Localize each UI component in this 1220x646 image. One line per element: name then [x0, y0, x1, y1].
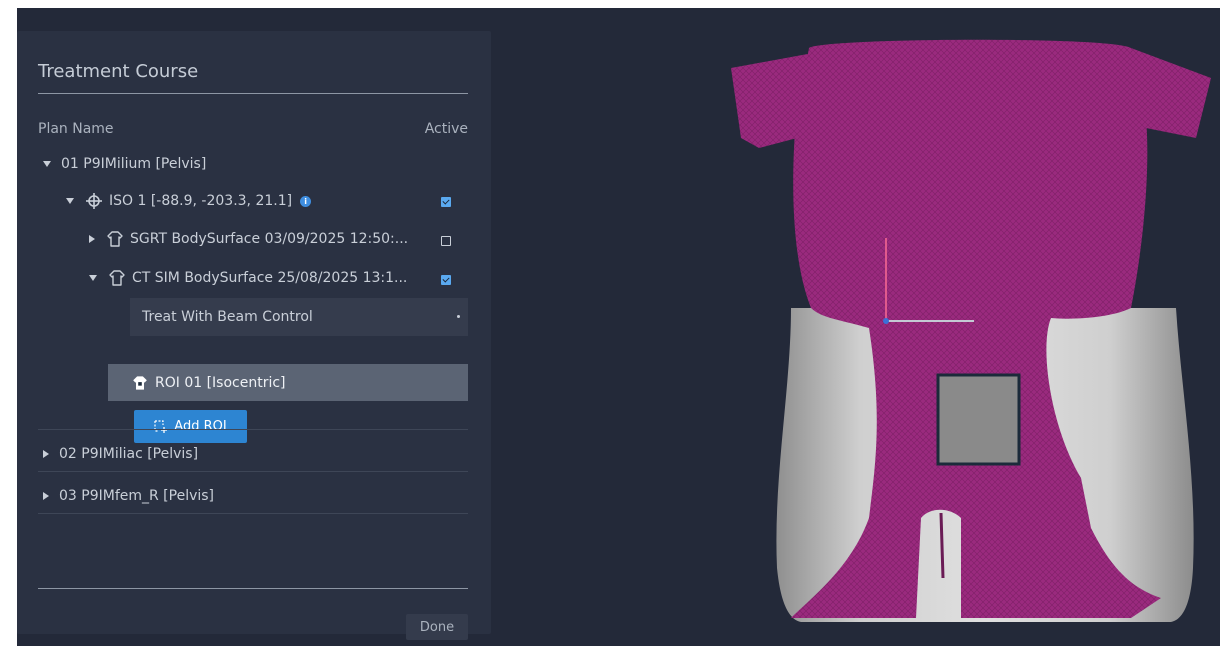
surface-label: SGRT BodySurface 03/09/2025 12:50:...	[130, 231, 409, 247]
add-region-icon	[154, 419, 168, 434]
roi-box	[936, 373, 1021, 466]
surface-row-ctsim[interactable]: CT SIM BodySurface 25/08/2025 13:1...	[89, 263, 407, 293]
done-button[interactable]: Done	[406, 614, 468, 640]
plan-row-01[interactable]: 01 P9IMilium [Pelvis]	[43, 149, 206, 179]
surface-row-sgrt[interactable]: SGRT BodySurface 03/09/2025 12:50:...	[89, 224, 408, 254]
column-header-active: Active	[424, 121, 468, 137]
chevron-right-icon[interactable]	[89, 235, 95, 243]
treatment-course-panel: Treatment Course Plan Name Active 01 P9I…	[17, 31, 491, 640]
plan-label: 02 P9IMiliac [Pelvis]	[59, 446, 199, 462]
surface-overlay-left-arm	[731, 53, 816, 148]
add-roi-label: Add ROI	[174, 419, 227, 434]
chevron-down-icon[interactable]	[66, 198, 74, 204]
ctsim-active-checkbox[interactable]	[441, 275, 451, 285]
plan-divider	[38, 513, 468, 514]
plan-row-03[interactable]: 03 P9IMfem_R [Pelvis]	[43, 481, 214, 511]
info-icon[interactable]: i	[300, 195, 312, 207]
chevron-right-icon[interactable]	[43, 450, 49, 458]
surface-label: CT SIM BodySurface 25/08/2025 13:1...	[132, 270, 408, 286]
chevron-down-icon[interactable]	[89, 275, 97, 281]
body-surface-render[interactable]	[491, 8, 1220, 646]
plan-label: 03 P9IMfem_R [Pelvis]	[59, 488, 215, 504]
sgrt-active-checkbox[interactable]	[441, 236, 451, 246]
crosshair-icon	[84, 191, 104, 211]
chevron-down-icon[interactable]	[43, 161, 51, 167]
beam-control-select[interactable]: Treat With Beam Control	[130, 298, 468, 336]
iso-row[interactable]: ISO 1 [-88.9, -203.3, 21.1] i	[66, 186, 312, 216]
plan-label: 01 P9IMilium [Pelvis]	[61, 156, 207, 172]
title-divider	[38, 93, 468, 94]
body-outline-icon	[107, 268, 127, 288]
roi-label: ROI 01 [Isocentric]	[155, 374, 286, 391]
plan-divider	[38, 471, 468, 472]
body-outline-icon	[105, 229, 125, 249]
leg-gap	[939, 512, 945, 579]
iso-active-checkbox[interactable]	[441, 197, 451, 207]
plan-divider	[38, 429, 468, 430]
column-header-plan-name: Plan Name	[38, 121, 114, 137]
iso-origin	[883, 318, 889, 324]
chevron-right-icon[interactable]	[43, 492, 49, 500]
iso-label: ISO 1 [-88.9, -203.3, 21.1]	[109, 193, 293, 209]
footer-divider	[38, 588, 468, 589]
roi-row[interactable]: ROI 01 [Isocentric]	[108, 364, 468, 401]
3d-viewport[interactable]	[491, 8, 1220, 646]
body-filled-icon	[130, 373, 150, 393]
dropdown-icon	[457, 315, 460, 318]
plan-row-02[interactable]: 02 P9IMiliac [Pelvis]	[43, 439, 198, 469]
app-window: Treatment Course Plan Name Active 01 P9I…	[17, 8, 1220, 646]
select-value: Treat With Beam Control	[142, 309, 313, 325]
panel-title: Treatment Course	[38, 61, 199, 82]
